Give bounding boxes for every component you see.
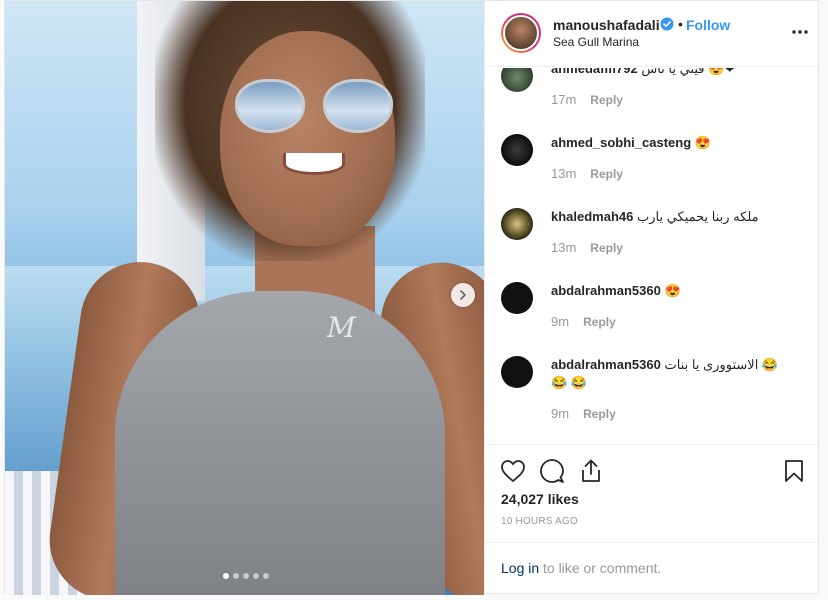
login-prompt: Log in to like or comment. bbox=[485, 542, 820, 596]
photo-tank-top bbox=[115, 291, 445, 595]
photo-smile bbox=[283, 153, 345, 175]
comment-text: 😍 bbox=[664, 283, 681, 298]
comment-text: فيني يا ناس 😍❤ bbox=[641, 68, 736, 76]
comment-avatar[interactable] bbox=[501, 208, 533, 240]
carousel-dot bbox=[233, 573, 239, 579]
like-count[interactable]: 24,027 likes bbox=[501, 491, 579, 507]
photo-sunglasses-left bbox=[235, 79, 305, 133]
carousel-dot bbox=[243, 573, 249, 579]
reply-button[interactable]: Reply bbox=[590, 240, 623, 255]
comment-meta: 9m Reply bbox=[551, 314, 616, 329]
share-button[interactable] bbox=[577, 457, 605, 485]
next-arrow-icon bbox=[460, 290, 466, 300]
save-button[interactable] bbox=[780, 457, 808, 485]
comment-body: khaledmah46 ملكه ربنا يحميكي يارب bbox=[551, 208, 806, 226]
post-side-panel: manoushafadali • Follow Sea Gull Marina … bbox=[484, 1, 820, 595]
photo-sunglasses-right bbox=[323, 79, 393, 133]
comment-body: abdalrahman5360 الاستوورى يا بنات 😂😂 😂 bbox=[551, 356, 791, 392]
carousel-indicator bbox=[223, 573, 269, 579]
header-separator: • bbox=[678, 16, 683, 32]
comment-meta: 13m Reply bbox=[551, 166, 623, 181]
comment-avatar[interactable] bbox=[501, 134, 533, 166]
comment-username[interactable]: abdalrahman5360 bbox=[551, 357, 661, 372]
photo-face bbox=[220, 31, 395, 246]
comment-body: abdalrahman5360 😍 bbox=[551, 282, 806, 300]
comment-meta: 17m Reply bbox=[551, 92, 623, 107]
reply-button[interactable]: Reply bbox=[590, 92, 623, 107]
carousel-dot bbox=[263, 573, 269, 579]
verified-badge-icon bbox=[660, 17, 674, 31]
comment-avatar[interactable] bbox=[501, 282, 533, 314]
comment-time[interactable]: 13m bbox=[551, 166, 576, 181]
follow-button[interactable]: Follow bbox=[686, 17, 730, 33]
heart-icon bbox=[501, 460, 525, 482]
login-prompt-text: to like or comment. bbox=[543, 560, 662, 576]
post-location[interactable]: Sea Gull Marina bbox=[553, 35, 639, 49]
carousel-dot bbox=[253, 573, 259, 579]
more-options-button[interactable] bbox=[789, 21, 811, 43]
comment-icon bbox=[540, 459, 564, 483]
comments-list[interactable]: ahmedafifi792 فيني يا ناس 😍❤ 17m Reply a… bbox=[485, 68, 820, 444]
share-icon bbox=[582, 459, 600, 482]
comment-meta: 13m Reply bbox=[551, 240, 623, 255]
carousel-dot bbox=[223, 573, 229, 579]
comment-time[interactable]: 9m bbox=[551, 406, 569, 421]
next-photo-button[interactable] bbox=[451, 283, 475, 307]
photo-pendant: M bbox=[327, 311, 356, 344]
post-header: manoushafadali • Follow Sea Gull Marina bbox=[485, 1, 820, 67]
author-avatar[interactable] bbox=[501, 13, 541, 53]
more-options-icon bbox=[792, 30, 808, 34]
post-photo[interactable]: M bbox=[5, 1, 484, 595]
comment-avatar[interactable] bbox=[501, 356, 533, 388]
post-timestamp[interactable]: 10 HOURS AGO bbox=[501, 516, 578, 527]
reply-button[interactable]: Reply bbox=[583, 314, 616, 329]
comment-username[interactable]: ahmed_sobhi_casteng bbox=[551, 135, 691, 150]
login-link[interactable]: Log in bbox=[501, 560, 539, 576]
bookmark-icon bbox=[785, 460, 803, 482]
comment-body: ahmed_sobhi_casteng 😍 bbox=[551, 134, 806, 152]
comment-meta: 9m Reply bbox=[551, 406, 616, 421]
comment-avatar[interactable] bbox=[501, 68, 533, 92]
comment-button[interactable] bbox=[538, 457, 566, 485]
comment-time[interactable]: 17m bbox=[551, 92, 576, 107]
comment-time[interactable]: 13m bbox=[551, 240, 576, 255]
comment-username[interactable]: ahmedafifi792 bbox=[551, 68, 638, 76]
reply-button[interactable]: Reply bbox=[583, 406, 616, 421]
like-button[interactable] bbox=[499, 457, 527, 485]
instagram-post: M manoushafadali • Follow Sea Gull Marin… bbox=[4, 0, 820, 595]
comment-body: ahmedafifi792 فيني يا ناس 😍❤ bbox=[551, 68, 806, 78]
comment-username[interactable]: abdalrahman5360 bbox=[551, 283, 661, 298]
comment-text: 😍 bbox=[694, 135, 711, 150]
author-username[interactable]: manoushafadali bbox=[553, 17, 660, 33]
reply-button[interactable]: Reply bbox=[590, 166, 623, 181]
post-actions: 24,027 likes 10 HOURS AGO Log in to like… bbox=[485, 444, 820, 595]
comment-time[interactable]: 9m bbox=[551, 314, 569, 329]
comment-text: ملكه ربنا يحميكي يارب bbox=[637, 209, 759, 224]
comment-username[interactable]: khaledmah46 bbox=[551, 209, 633, 224]
